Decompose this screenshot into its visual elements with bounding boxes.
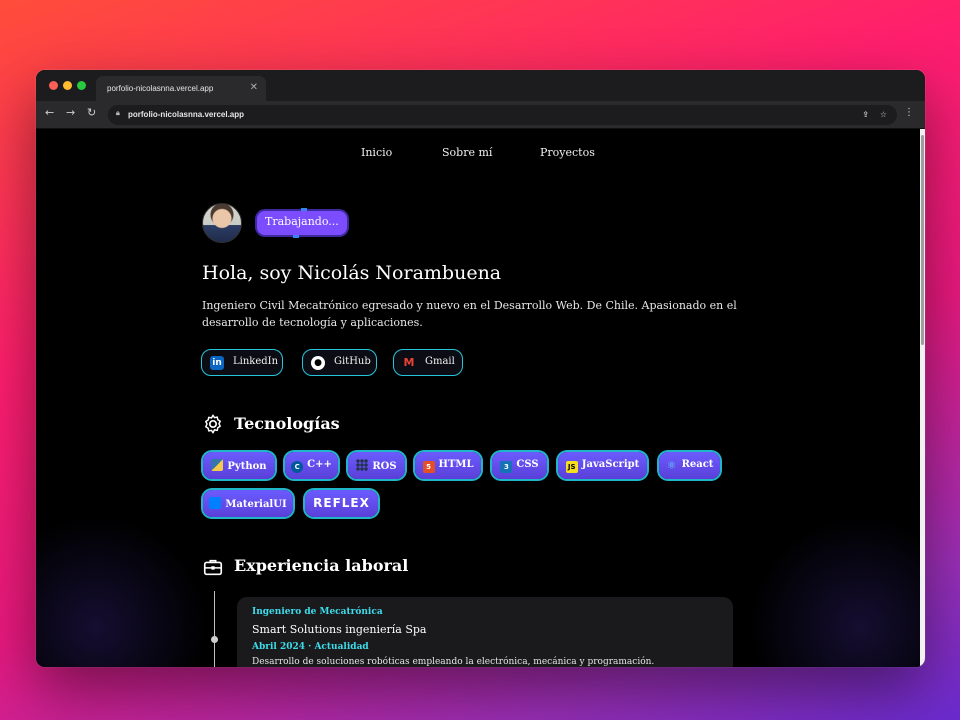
site-nav: Inicio Sobre mí Proyectos xyxy=(36,146,920,166)
social-label: Gmail xyxy=(425,356,455,367)
tech-label: React xyxy=(681,459,714,470)
url-text: porfolio-nicolasnna.vercel.app xyxy=(128,110,245,119)
social-label: GitHub xyxy=(334,356,371,367)
materialui-icon xyxy=(209,497,222,509)
bookmark-star-icon[interactable]: ☆ xyxy=(880,110,887,119)
react-icon: ⚛ xyxy=(666,459,677,472)
tech-badge-html: 5 HTML xyxy=(415,452,481,479)
nav-link-sobre-mi[interactable]: Sobre mí xyxy=(442,146,492,159)
html5-icon: 5 xyxy=(422,461,435,473)
tab-title: porfolio-nicolasnna.vercel.app xyxy=(107,84,214,93)
forward-arrow-icon[interactable]: → xyxy=(66,106,75,119)
experience-title: Experiencia laboral xyxy=(234,556,409,575)
background-glow xyxy=(740,507,920,667)
tech-badge-javascript: JS JavaScript xyxy=(558,452,647,479)
experience-description: Desarrollo de soluciones robóticas emple… xyxy=(252,657,655,667)
hero-description: Ingeniero Civil Mecatrónico egresado y n… xyxy=(202,299,737,329)
tech-label: C++ xyxy=(307,459,332,470)
minimize-window-button[interactable] xyxy=(63,81,72,90)
gmail-icon: M xyxy=(403,356,415,369)
experience-company: Smart Solutions ingeniería Spa xyxy=(252,623,427,636)
experience-date: Abril 2024 · Actualidad xyxy=(252,642,369,652)
briefcase-icon xyxy=(203,559,223,576)
browser-tab[interactable]: porfolio-nicolasnna.vercel.app ✕ xyxy=(96,76,266,101)
technologies-title: Tecnologías xyxy=(234,414,340,433)
tech-label: ROS xyxy=(372,461,397,472)
cpp-icon: C xyxy=(291,461,304,473)
share-icon[interactable]: ⇪ xyxy=(862,110,869,119)
linkedin-icon: in xyxy=(210,356,224,370)
close-tab-icon[interactable]: ✕ xyxy=(250,82,258,93)
tech-badge-materialui: MaterialUI xyxy=(203,490,293,517)
address-bar[interactable]: 🔒︎ porfolio-nicolasnna.vercel.app ⇪ ☆ xyxy=(108,105,897,125)
css3-icon: 3 xyxy=(500,461,513,473)
avatar xyxy=(202,203,242,243)
back-arrow-icon[interactable]: ← xyxy=(45,106,54,119)
experience-card: Ingeniero de Mecatrónica Smart Solutions… xyxy=(237,597,733,667)
javascript-icon: JS xyxy=(565,461,578,473)
tech-label: MaterialUI xyxy=(225,499,287,510)
browser-window: porfolio-nicolasnna.vercel.app ✕ ← → ↻ 🔒… xyxy=(36,70,925,667)
status-badge: Trabajando... xyxy=(257,208,347,238)
tech-label: HTML xyxy=(438,459,474,470)
background-glow xyxy=(36,507,216,667)
linkedin-button[interactable]: in LinkedIn xyxy=(201,349,283,376)
title-bar: porfolio-nicolasnna.vercel.app ✕ xyxy=(36,70,925,101)
tech-label: CSS xyxy=(516,459,539,470)
tech-badge-python: Python xyxy=(203,452,275,479)
nav-link-inicio[interactable]: Inicio xyxy=(361,146,392,159)
experience-role: Ingeniero de Mecatrónica xyxy=(252,607,383,617)
ros-icon xyxy=(356,459,369,471)
close-window-button[interactable] xyxy=(49,81,58,90)
github-button[interactable]: ● GitHub xyxy=(302,349,377,376)
reload-icon[interactable]: ↻ xyxy=(87,106,96,119)
scrollbar-thumb[interactable] xyxy=(921,135,924,345)
timeline-line xyxy=(214,591,215,667)
page-title: Hola, soy Nicolás Norambuena xyxy=(202,262,502,284)
tech-badge-react: ⚛ React xyxy=(659,452,720,479)
tech-badge-reflex: REFLEX xyxy=(305,490,378,517)
gmail-button[interactable]: M Gmail xyxy=(393,349,463,376)
github-icon: ● xyxy=(311,356,325,370)
page-viewport: Inicio Sobre mí Proyectos Trabajando... … xyxy=(36,129,920,667)
tech-badge-css: 3 CSS xyxy=(492,452,547,479)
tech-badge-cpp: C C++ xyxy=(285,452,338,479)
social-label: LinkedIn xyxy=(233,356,279,367)
gear-icon xyxy=(205,414,221,434)
nav-link-proyectos[interactable]: Proyectos xyxy=(540,146,595,159)
page-scrollbar[interactable] xyxy=(920,129,925,667)
browser-toolbar: ← → ↻ 🔒︎ porfolio-nicolasnna.vercel.app … xyxy=(36,101,925,129)
tech-label: Python xyxy=(227,461,267,472)
python-icon xyxy=(211,459,224,471)
tech-label: JavaScript xyxy=(581,459,640,470)
tech-badge-ros: ROS xyxy=(348,452,405,479)
lock-icon: 🔒︎ xyxy=(116,110,120,117)
browser-menu-icon[interactable]: ⋮ xyxy=(904,107,914,118)
reflex-logo: REFLEX xyxy=(313,496,370,510)
timeline-dot xyxy=(211,636,218,643)
maximize-window-button[interactable] xyxy=(77,81,86,90)
